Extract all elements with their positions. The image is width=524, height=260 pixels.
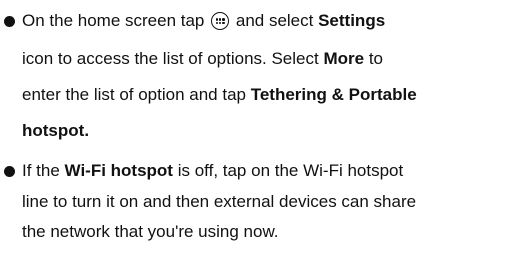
text-run: to (368, 49, 383, 68)
text-run: enter the list of option and tap (22, 85, 246, 104)
bullet-dot (4, 16, 15, 27)
text-line: icon to access the list of options. Sele… (22, 49, 383, 69)
wifi-hotspot-label: Wi-Fi hotspot (64, 161, 173, 180)
text-line: On the home screen tap and select Settin… (22, 11, 385, 31)
hotspot-label: hotspot. (22, 121, 90, 140)
tethering-label: Tethering & Portable (250, 85, 417, 104)
text-line: hotspot. (22, 121, 89, 141)
text-run: and select (235, 11, 314, 30)
text-run: line to turn it on and then external dev… (22, 192, 417, 211)
more-label: More (323, 49, 365, 68)
text-line: the network that you're using now. (22, 222, 279, 242)
text-run: is off, tap on the Wi-Fi hotspot (177, 161, 404, 180)
bullet-dot (4, 166, 15, 177)
settings-label: Settings (318, 11, 386, 30)
apps-grid-icon (211, 12, 230, 30)
text-line: If the Wi-Fi hotspot is off, tap on the … (22, 161, 403, 181)
text-line: line to turn it on and then external dev… (22, 192, 416, 212)
text-run: On the home screen tap (22, 11, 205, 30)
instruction-document: On the home screen tap and select Settin… (0, 0, 524, 260)
text-run: the network that you're using now. (22, 222, 279, 241)
text-run: icon to access the list of options. Sele… (22, 49, 319, 68)
text-line: enter the list of option and tap Tetheri… (22, 85, 417, 105)
text-run: If the (22, 161, 60, 180)
